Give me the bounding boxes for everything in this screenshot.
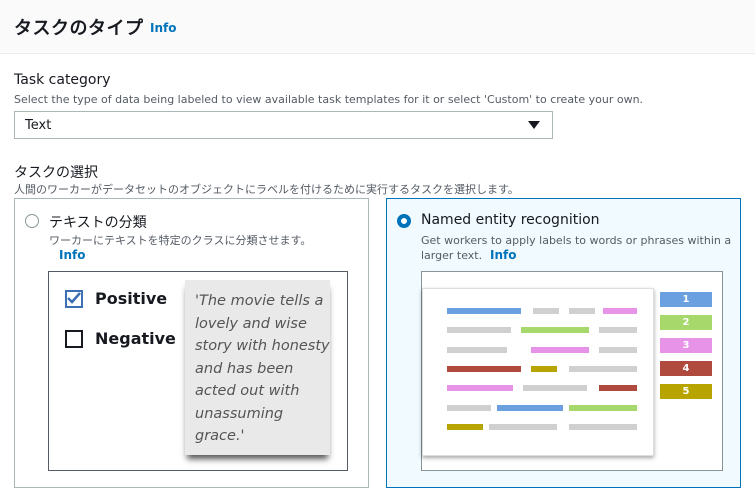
positive-label: Positive xyxy=(95,289,168,308)
caret-down-icon xyxy=(528,121,540,129)
section-header: タスクのタイプ Info xyxy=(0,0,755,54)
task-tile-named-entity-recognition[interactable]: Named entity recognition Get workers to … xyxy=(386,198,741,488)
tile-description: ワーカーにテキストを特定のクラスに分類させます。 xyxy=(49,234,312,247)
highlight-bar-1 xyxy=(447,308,521,314)
task-category-select[interactable]: Text xyxy=(14,111,553,139)
highlight-bar-2 xyxy=(569,405,637,411)
text-bar xyxy=(523,385,587,391)
section-title: タスクのタイプ xyxy=(14,18,144,39)
text-bar xyxy=(447,347,507,353)
tile-info-link[interactable]: Info xyxy=(59,248,85,262)
task-category-value: Text xyxy=(25,118,52,133)
task-selection-description: 人間のワーカーがデータセットのオブジェクトにラベルを付けるために実行するタスクを… xyxy=(14,183,519,196)
negative-label: Negative xyxy=(95,329,176,348)
text-bar xyxy=(599,347,637,353)
header-info-link[interactable]: Info xyxy=(150,21,176,35)
entity-label-5: 5 xyxy=(660,384,712,399)
highlight-bar-5 xyxy=(447,424,483,430)
highlight-bar-1 xyxy=(497,405,563,411)
text-classification-illustration: Positive Negative 'The movie tells a lov… xyxy=(48,271,348,471)
entity-label-1: 1 xyxy=(660,292,712,307)
highlight-bar-3 xyxy=(447,385,513,391)
highlight-bar-3 xyxy=(603,308,637,314)
highlight-bar-4 xyxy=(447,366,521,372)
tile-description: Get workers to apply labels to words or … xyxy=(421,234,732,247)
task-category-label: Task category xyxy=(14,72,111,88)
checked-checkbox-icon xyxy=(65,290,83,308)
unchecked-checkbox-icon xyxy=(65,330,83,348)
task-selection-label: タスクの選択 xyxy=(14,165,98,181)
highlight-bar-3 xyxy=(531,347,589,353)
text-bar xyxy=(533,308,559,314)
task-category-description: Select the type of data being labeled to… xyxy=(14,93,644,106)
radio-text-classification[interactable] xyxy=(25,214,39,228)
text-bar xyxy=(447,327,511,333)
text-bar xyxy=(569,366,637,372)
tile-title: テキストの分類 xyxy=(49,215,147,231)
task-tile-text-classification[interactable]: テキストの分類 ワーカーにテキストを特定のクラスに分類させます。 Info Po… xyxy=(14,198,369,488)
text-bar xyxy=(489,424,557,430)
tile-info-link[interactable]: Info xyxy=(490,248,516,262)
entity-label-2: 2 xyxy=(660,315,712,330)
text-bar xyxy=(569,308,595,314)
text-bar xyxy=(599,327,637,333)
entity-label-4: 4 xyxy=(660,361,712,376)
highlight-bar-2 xyxy=(521,327,589,333)
text-bar xyxy=(447,405,491,411)
ner-illustration: 1 2 3 4 5 xyxy=(421,271,723,471)
highlight-bar-4 xyxy=(599,385,637,391)
radio-named-entity-recognition[interactable] xyxy=(397,214,411,228)
document-page xyxy=(422,288,654,456)
text-bar xyxy=(569,424,637,430)
entity-label-3: 3 xyxy=(660,338,712,353)
quote-text: 'The movie tells a lovely and wise story… xyxy=(185,280,330,455)
highlight-bar-5 xyxy=(531,366,557,372)
tile-title: Named entity recognition xyxy=(421,212,600,228)
tile-description-line2: larger text. xyxy=(421,249,483,262)
